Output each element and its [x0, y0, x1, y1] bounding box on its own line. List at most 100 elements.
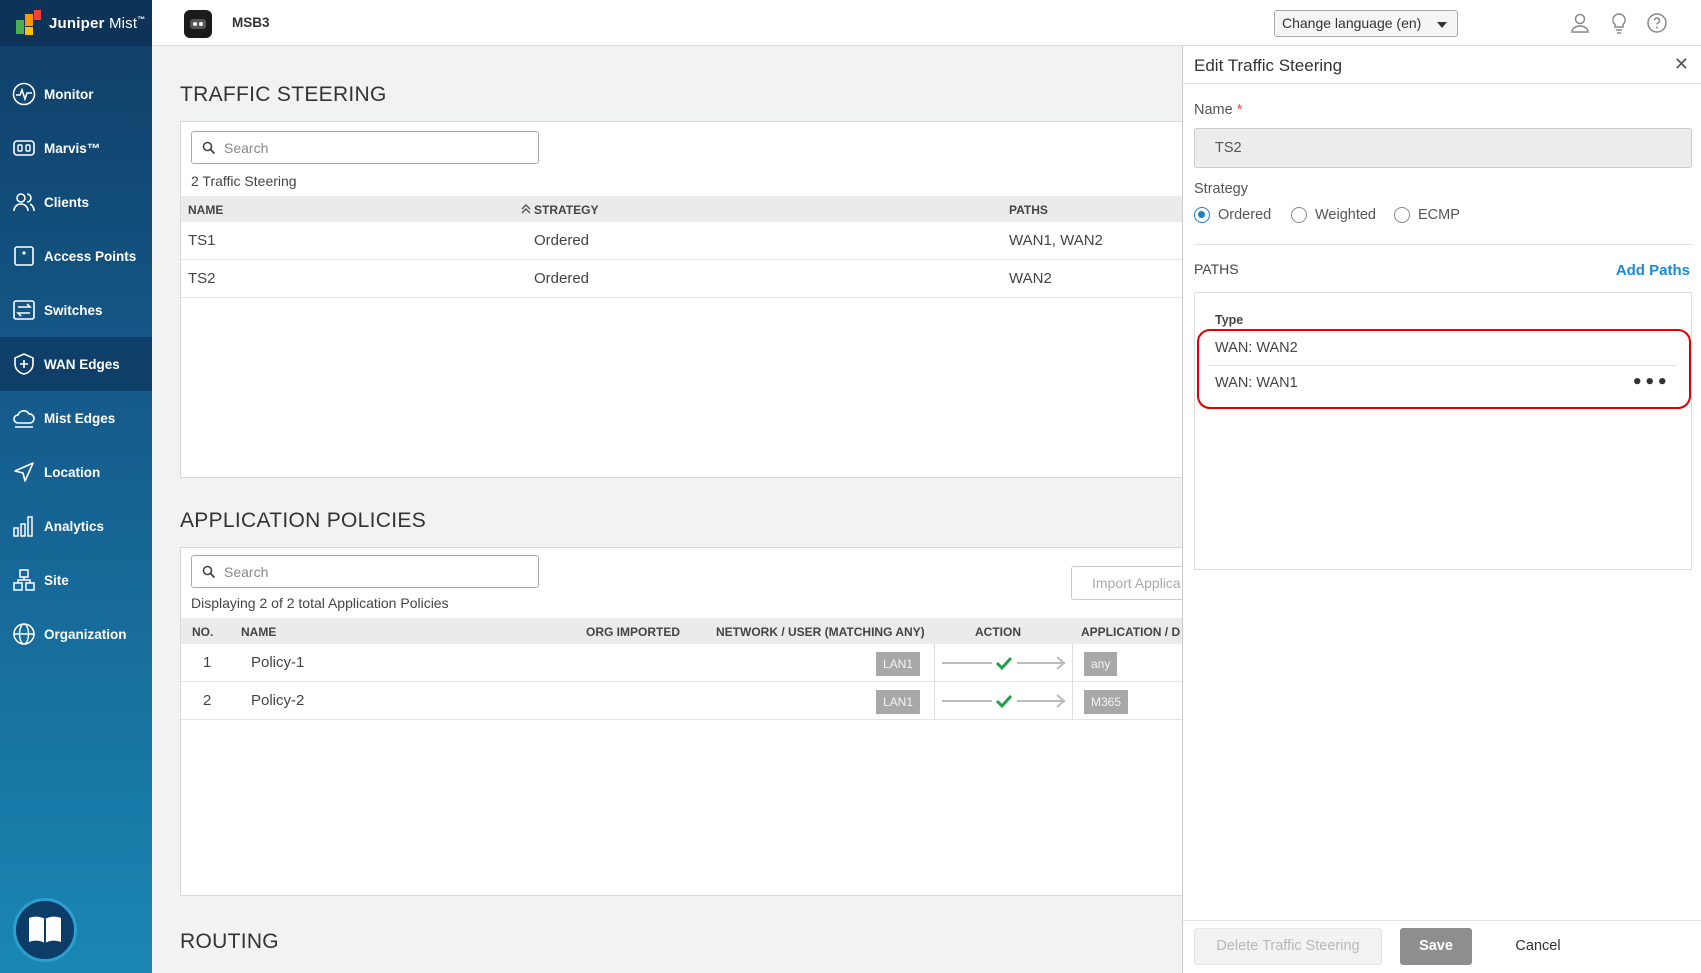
sidebar-item-label: Site	[44, 572, 69, 588]
help-icon[interactable]	[1646, 12, 1668, 34]
cell-strategy: Ordered	[534, 232, 590, 249]
caret-down-icon	[1437, 22, 1447, 28]
cell-name: Policy-1	[251, 654, 305, 671]
cloud-icon	[13, 410, 35, 428]
sidebar-item-clients[interactable]: Clients	[0, 175, 152, 229]
brand-logo-area[interactable]: Juniper Mist™	[0, 0, 152, 46]
delete-traffic-steering-button[interactable]: Delete Traffic Steering	[1194, 928, 1382, 965]
analytics-icon	[13, 516, 33, 537]
divider	[1194, 244, 1692, 245]
strategy-label: Strategy	[1194, 181, 1248, 197]
sidebar-item-marvis[interactable]: Marvis™	[0, 121, 152, 175]
column-header-action[interactable]: ACTION	[975, 625, 1021, 639]
sidebar-item-label: Marvis™	[44, 140, 101, 156]
import-applications-button[interactable]: Import Applica	[1071, 566, 1182, 600]
cancel-button[interactable]: Cancel	[1498, 928, 1578, 965]
application-policies-search-input[interactable]: Search	[191, 555, 539, 588]
cell-name: Policy-2	[251, 692, 305, 709]
allow-action-icon[interactable]	[941, 692, 1067, 710]
documentation-book-button[interactable]	[13, 898, 77, 962]
sidebar-item-label: Clients	[44, 194, 90, 210]
site-robot-icon[interactable]	[184, 10, 212, 38]
access-point-icon	[14, 246, 34, 266]
sidebar-item-access-points[interactable]: Access Points	[0, 229, 152, 283]
table-row[interactable]: TS2 Ordered WAN2	[181, 260, 1182, 298]
main-content: TRAFFIC STEERING Search 2 Traffic Steeri…	[152, 47, 1182, 973]
cell-name: TS2	[188, 270, 216, 287]
application-policies-count: Displaying 2 of 2 total Application Poli…	[191, 595, 449, 611]
strategy-radio-ordered[interactable]: Ordered	[1194, 207, 1271, 223]
required-mark: *	[1236, 102, 1243, 118]
wan-edge-icon	[14, 353, 34, 375]
sidebar-item-label: Location	[44, 464, 101, 480]
site-name[interactable]: MSB3	[232, 15, 270, 30]
cell-paths: WAN1, WAN2	[1009, 232, 1103, 249]
brand-name: Juniper Mist™	[49, 14, 146, 32]
site-icon	[13, 569, 35, 591]
traffic-steering-search-input[interactable]: Search	[191, 131, 539, 164]
sidebar-item-label: Access Points	[44, 248, 137, 264]
sidebar-item-site[interactable]: Site	[0, 553, 152, 607]
close-icon[interactable]: ✕	[1674, 54, 1689, 75]
table-row[interactable]: TS1 Ordered WAN1, WAN2	[181, 222, 1182, 260]
sidebar-item-monitor[interactable]: Monitor	[0, 67, 152, 121]
cell-name: TS1	[188, 232, 216, 249]
sidebar-item-wan-edges[interactable]: WAN Edges	[0, 337, 152, 391]
sort-ascending-icon[interactable]	[521, 204, 531, 214]
column-header-org-imported[interactable]: ORG IMPORTED	[586, 625, 680, 639]
add-paths-link[interactable]: Add Paths	[1616, 262, 1690, 279]
user-icon[interactable]	[1569, 12, 1591, 34]
column-header-name[interactable]: NAME	[241, 625, 276, 639]
traffic-steering-count: 2 Traffic Steering	[191, 173, 297, 189]
column-divider	[934, 644, 935, 682]
column-header-application[interactable]: APPLICATION / D	[1081, 625, 1180, 639]
column-header-strategy[interactable]: STRATEGY	[534, 203, 598, 217]
column-header-network-user[interactable]: NETWORK / USER (MATCHING ANY)	[716, 625, 925, 639]
column-header-name[interactable]: NAME	[188, 203, 223, 217]
column-divider	[1072, 644, 1073, 682]
traffic-steering-title: TRAFFIC STEERING	[180, 83, 387, 106]
highlight-annotation	[1197, 329, 1691, 409]
sidebar-item-label: Organization	[44, 626, 127, 642]
traffic-steering-card: Search 2 Traffic Steering NAME STRATEGY …	[180, 121, 1182, 478]
sidebar-item-label: WAN Edges	[44, 356, 120, 372]
divider	[1183, 83, 1701, 84]
search-icon	[202, 565, 216, 579]
strategy-radio-ecmp[interactable]: ECMP	[1394, 207, 1460, 223]
column-header-no[interactable]: NO.	[192, 625, 213, 639]
application-policies-card: Search Import Applica Displaying 2 of 2 …	[180, 547, 1182, 896]
sidebar-item-location[interactable]: Location	[0, 445, 152, 499]
search-placeholder: Search	[224, 564, 269, 580]
strategy-radio-weighted[interactable]: Weighted	[1291, 207, 1376, 223]
sidebar-item-mist-edges[interactable]: Mist Edges	[0, 391, 152, 445]
application-tag[interactable]: any	[1084, 652, 1118, 676]
allow-action-icon[interactable]	[941, 654, 1067, 672]
column-header-paths[interactable]: PATHS	[1009, 203, 1048, 217]
sidebar: Juniper Mist™ Monitor Marvis™ Clients Ac…	[0, 0, 152, 973]
sidebar-item-switches[interactable]: Switches	[0, 283, 152, 337]
divider	[1183, 920, 1701, 921]
switch-icon	[13, 300, 35, 320]
change-language-dropdown[interactable]: Change language (en)	[1274, 10, 1458, 37]
panel-title: Edit Traffic Steering	[1194, 56, 1343, 75]
column-header-type: Type	[1215, 313, 1244, 327]
network-tag[interactable]: LAN1	[876, 652, 921, 676]
sidebar-item-analytics[interactable]: Analytics	[0, 499, 152, 553]
location-icon	[14, 462, 34, 482]
table-row[interactable]: 2 Policy-2 LAN1 M365	[181, 682, 1182, 720]
name-label: Name *	[1194, 102, 1243, 118]
table-header: NAME STRATEGY PATHS	[181, 196, 1182, 222]
save-button[interactable]: Save	[1400, 928, 1472, 965]
column-divider	[934, 682, 935, 720]
edit-traffic-steering-panel: Edit Traffic Steering ✕ Name * TS2 Strat…	[1182, 46, 1701, 973]
column-divider	[1072, 682, 1073, 720]
name-field[interactable]: TS2	[1194, 128, 1692, 168]
sidebar-item-organization[interactable]: Organization	[0, 607, 152, 661]
cell-no: 2	[203, 692, 212, 709]
search-icon	[202, 141, 216, 155]
network-tag[interactable]: LAN1	[876, 690, 921, 714]
application-tag[interactable]: M365	[1084, 690, 1129, 714]
lightbulb-icon[interactable]	[1608, 12, 1630, 34]
top-bar: MSB3 Change language (en)	[152, 0, 1701, 46]
table-row[interactable]: 1 Policy-1 LAN1 any	[181, 644, 1182, 682]
